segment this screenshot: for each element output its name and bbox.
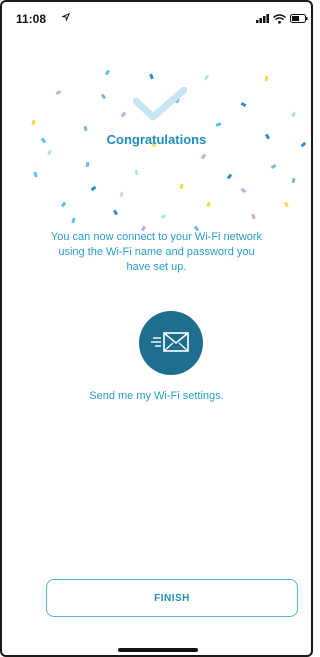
confetti-piece bbox=[119, 191, 124, 198]
confetti-piece bbox=[120, 111, 127, 118]
confetti-piece bbox=[200, 153, 207, 160]
battery-icon bbox=[290, 14, 308, 23]
confetti-piece bbox=[291, 177, 296, 184]
confetti-piece bbox=[90, 185, 97, 192]
wifi-icon bbox=[273, 14, 286, 24]
phone-screen: 11:08 Congratulations You can now connec… bbox=[0, 0, 313, 657]
send-wifi-settings-link[interactable]: Send me my Wi-Fi settings. bbox=[2, 390, 311, 402]
confetti-piece bbox=[215, 122, 222, 127]
confetti-piece bbox=[203, 74, 210, 81]
checkmark-icon bbox=[133, 87, 187, 121]
confetti-piece bbox=[31, 119, 36, 126]
confetti-piece bbox=[264, 75, 269, 82]
status-time: 11:08 bbox=[16, 12, 47, 26]
cellular-signal-icon bbox=[256, 14, 269, 23]
confetti-piece bbox=[85, 161, 90, 168]
confetti-piece bbox=[284, 201, 289, 208]
confetti-piece bbox=[33, 171, 38, 178]
confetti-piece bbox=[104, 69, 111, 76]
location-arrow-icon bbox=[62, 13, 70, 21]
confetti-piece bbox=[83, 125, 88, 132]
confetti-piece bbox=[270, 163, 277, 170]
confetti-piece bbox=[160, 213, 167, 220]
confetti-piece bbox=[290, 111, 297, 118]
confetti-piece bbox=[226, 173, 233, 180]
confetti-piece bbox=[71, 217, 76, 224]
home-indicator bbox=[118, 648, 198, 652]
finish-button[interactable]: FINISH bbox=[46, 579, 298, 617]
confetti-piece bbox=[112, 209, 119, 216]
confetti-piece bbox=[251, 213, 256, 220]
confetti-piece bbox=[55, 89, 62, 96]
confetti-piece bbox=[240, 187, 247, 194]
send-settings-button[interactable] bbox=[139, 311, 203, 375]
confetti-piece bbox=[47, 149, 52, 156]
confetti-piece bbox=[134, 169, 139, 176]
confetti-piece bbox=[240, 101, 247, 108]
confetti-piece bbox=[206, 201, 211, 208]
confetti-piece bbox=[60, 201, 67, 208]
success-message: You can now connect to your Wi-Fi networ… bbox=[50, 231, 263, 273]
envelope-send-icon bbox=[151, 332, 189, 352]
status-bar: 11:08 bbox=[2, 2, 311, 32]
confetti-piece bbox=[179, 183, 184, 190]
congratulations-title: Congratulations bbox=[106, 132, 207, 147]
confetti-piece bbox=[149, 73, 154, 80]
confetti-piece bbox=[100, 93, 107, 100]
